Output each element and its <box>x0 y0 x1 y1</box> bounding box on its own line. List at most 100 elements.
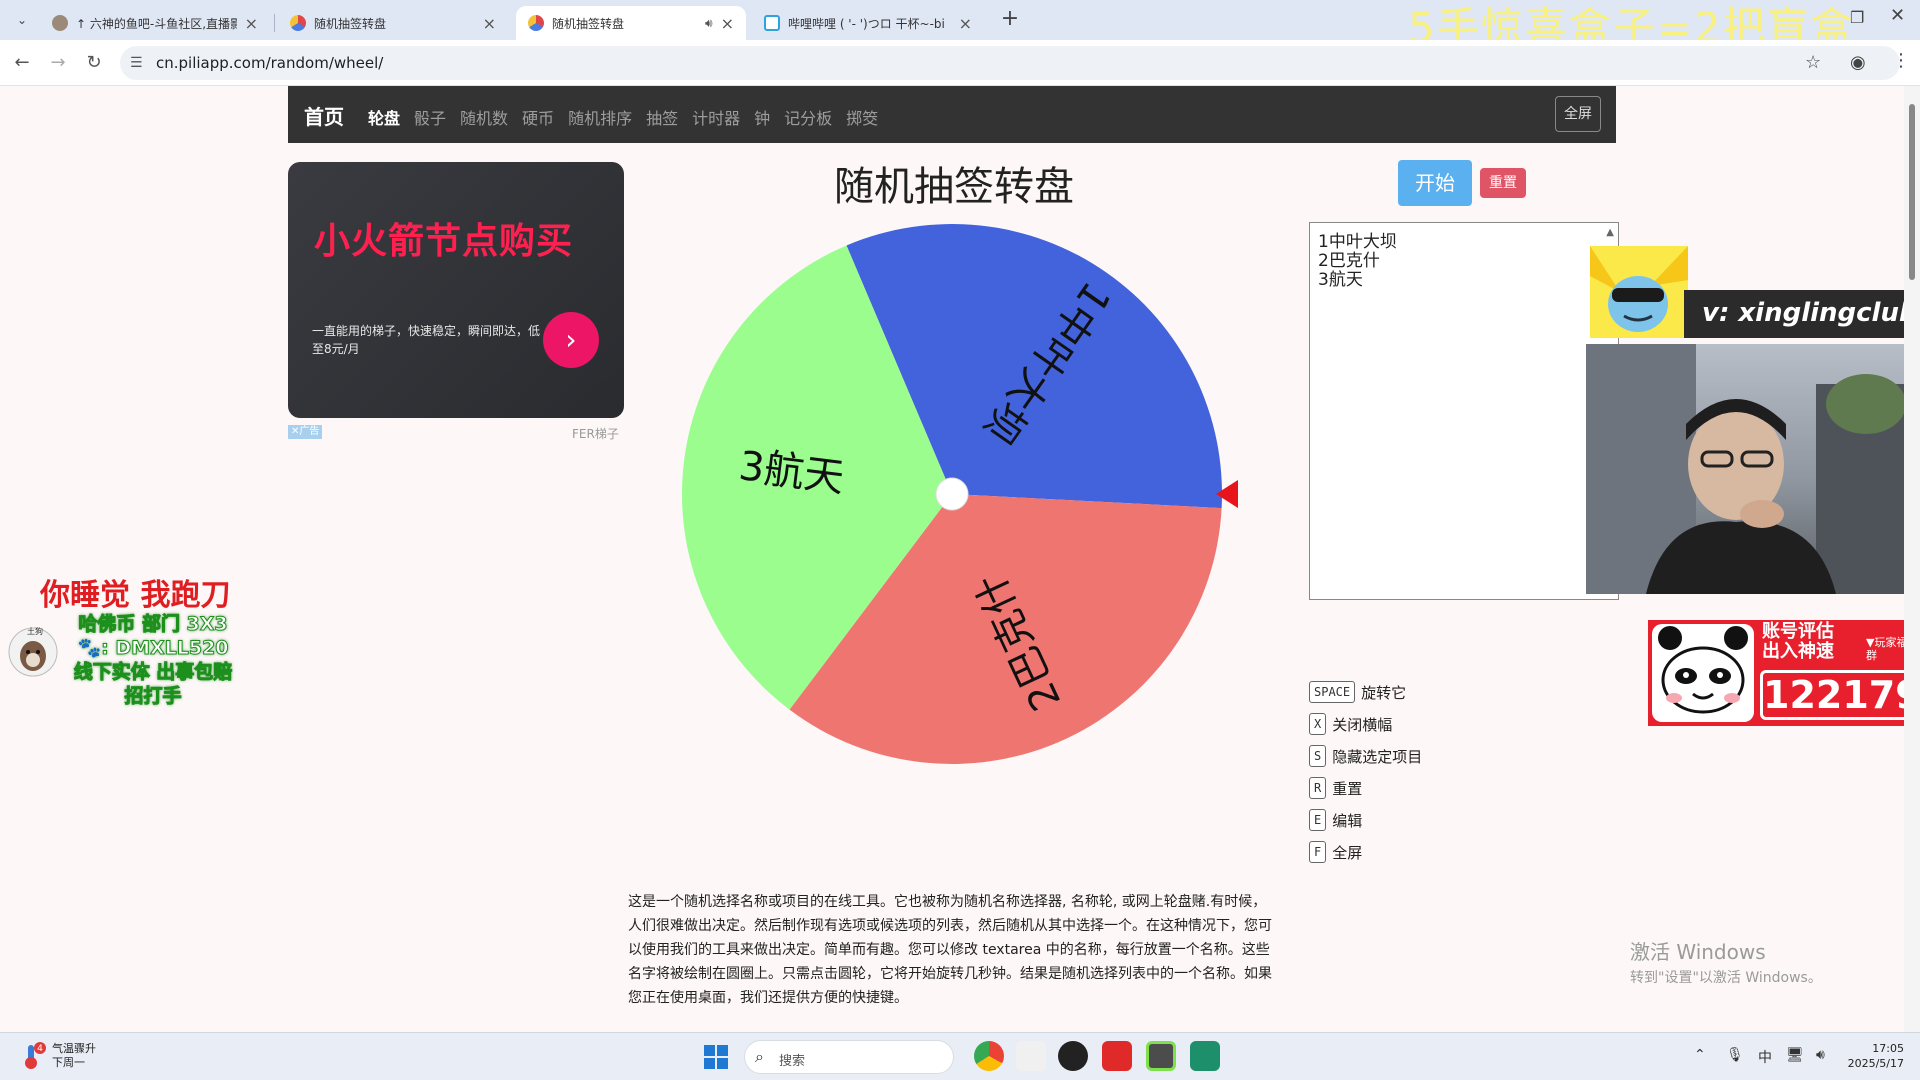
windows-activation-watermark: 激活 Windows 转到"设置"以激活 Windows。 <box>1630 936 1822 987</box>
tab-wheel-active[interactable]: 随机抽签转盘 🔊︎ × <box>516 6 746 40</box>
back-arrow-icon[interactable]: ← <box>10 52 34 73</box>
profile-icon[interactable]: ◉ <box>1850 52 1866 73</box>
mascot-sunglasses-icon <box>1590 246 1688 338</box>
close-tab-icon[interactable]: × <box>721 14 734 33</box>
webcam-feed <box>1586 344 1920 594</box>
app-terminal-icon[interactable] <box>1146 1041 1176 1071</box>
items-textarea[interactable]: 1中叶大坝 2巴克什 3航天 ▲ <box>1309 222 1619 600</box>
nav-link-jiaobei[interactable]: 掷筊 <box>846 105 878 129</box>
overlay-account-number: 122179 <box>1760 670 1920 720</box>
microphone-icon[interactable]: 🎙︎ <box>1726 1047 1744 1063</box>
windows-start-icon[interactable] <box>704 1045 728 1069</box>
taskbar-search-label: 搜索 <box>779 1054 806 1069</box>
piliapp-favicon-icon <box>290 15 306 31</box>
shortcut-row: R 重置 <box>1309 772 1422 804</box>
ad-banner[interactable]: 小火箭节点购买 一直能用的梯子，快速稳定，瞬间即达，低至8元/月 › <box>288 162 624 418</box>
browser-menu-icon[interactable]: ⋮ <box>1892 50 1910 71</box>
app-bird-icon[interactable] <box>1016 1041 1046 1071</box>
thermometer-icon: 4 <box>22 1041 46 1071</box>
tray-expand-chevron-icon[interactable]: ⌃ <box>1694 1047 1706 1063</box>
shortcut-label: 旋转它 <box>1361 683 1407 702</box>
new-tab-plus-icon[interactable]: + <box>996 6 1024 31</box>
nav-link-wheel[interactable]: 轮盘 <box>368 105 400 129</box>
network-icon[interactable]: 🖥︎ <box>1786 1047 1804 1063</box>
shortcut-row: SPACE 旋转它 <box>1309 676 1422 708</box>
ime-indicator[interactable]: 中 <box>1758 1047 1772 1067</box>
nav-link-draw-lots[interactable]: 抽签 <box>646 105 678 129</box>
overlay-left-headline: 你睡觉 我跑刀 <box>40 578 231 613</box>
ad-title: 小火箭节点购买 <box>314 221 574 262</box>
nav-link-random-sort[interactable]: 随机排序 <box>568 105 632 129</box>
url-text[interactable]: cn.piliapp.com/random/wheel/ <box>156 54 383 72</box>
tab-divider <box>274 14 275 32</box>
restore-window-icon[interactable]: ❐ <box>1850 8 1864 27</box>
scroll-up-arrow-icon[interactable]: ▲ <box>1606 227 1614 238</box>
app-pycharm-icon[interactable] <box>1190 1041 1220 1071</box>
tab-title: 随机抽签转盘 <box>314 16 387 31</box>
shortcut-list: SPACE 旋转它 X 关闭横幅 S 隐藏选定项目 R 重置 E 编辑 F 全屏 <box>1309 676 1422 868</box>
address-bar-row: ← → ↻ ☰ cn.piliapp.com/random/wheel/ ☆ <box>0 40 1920 86</box>
nav-home-brand[interactable]: 首页 <box>304 101 344 130</box>
page-scrollbar[interactable] <box>1904 86 1920 1032</box>
shortcut-key: E <box>1309 809 1327 831</box>
close-tab-icon[interactable]: × <box>959 14 972 33</box>
tab-wheel-1[interactable]: 随机抽签转盘 × <box>278 6 508 40</box>
speaker-icon[interactable]: 🔊︎ <box>705 16 713 31</box>
overlay-line: 哈佛币 部门 3X3 <box>78 613 228 636</box>
close-window-icon[interactable]: ✕ <box>1890 5 1905 26</box>
nav-link-clock[interactable]: 钟 <box>754 105 770 129</box>
bookmark-star-icon[interactable]: ☆ <box>1805 52 1821 73</box>
tab-bilibili[interactable]: 哔哩哔哩 ( '- ')つロ 干杯~-bi × <box>752 6 984 40</box>
forward-arrow-icon[interactable]: → <box>46 52 70 73</box>
chrome-app-icon[interactable] <box>974 1041 1004 1071</box>
watermark-line: 转到"设置"以激活 Windows。 <box>1630 970 1822 986</box>
tab-list-chevron-icon[interactable]: ⌄ <box>10 8 34 32</box>
overlay-badge-label: 土狗 <box>27 627 43 636</box>
nav-link-scoreboard[interactable]: 记分板 <box>784 105 832 129</box>
close-tab-icon[interactable]: × <box>245 14 258 33</box>
weather-widget[interactable]: 4 气温骤升 下周一 <box>22 1041 96 1071</box>
windows-taskbar: 4 气温骤升 下周一 ⌕ 搜索 ⌃ 🎙︎ 中 🖥︎ 🔊︎ 17:05 2025/… <box>0 1032 1920 1080</box>
prize-wheel[interactable]: 1中叶大坝2巴克什3航天 <box>678 218 1238 778</box>
nav-link-random-number[interactable]: 随机数 <box>460 105 508 129</box>
overlay-line: 招打手 <box>124 685 182 708</box>
items-text[interactable]: 1中叶大坝 2巴克什 3航天 <box>1318 233 1397 290</box>
scrollbar-thumb[interactable] <box>1909 104 1915 280</box>
taskbar-search[interactable]: ⌕ 搜索 <box>744 1040 954 1074</box>
shortcut-label: 隐藏选定项目 <box>1332 747 1423 766</box>
shortcut-key: F <box>1309 841 1327 863</box>
start-button[interactable]: 开始 <box>1398 160 1472 206</box>
wheel-hub[interactable] <box>935 477 969 511</box>
url-field[interactable]: ☰ cn.piliapp.com/random/wheel/ ☆ <box>120 46 1900 80</box>
fullscreen-button[interactable]: 全屏 <box>1555 96 1601 132</box>
close-tab-icon[interactable]: × <box>483 14 496 33</box>
app-netease-music-icon[interactable] <box>1102 1041 1132 1071</box>
site-info-icon[interactable]: ☰ <box>130 55 143 71</box>
overlay-line: 🐾: DMXLL520 <box>77 637 229 660</box>
ad-description: 一直能用的梯子，快速稳定，瞬间即达，低至8元/月 <box>312 324 541 356</box>
webcam-person-image <box>1586 344 1920 594</box>
ad-source: FER梯子 <box>572 427 619 441</box>
shortcut-key: X <box>1309 713 1327 735</box>
taskbar-clock[interactable]: 17:05 2025/5/17 <box>1844 1041 1904 1071</box>
app-steam-icon[interactable] <box>1058 1041 1088 1071</box>
shortcut-label: 全屏 <box>1332 843 1363 862</box>
nav-links: 轮盘 骰子 随机数 硬币 随机排序 抽签 计时器 钟 记分板 掷筊 <box>368 105 878 129</box>
nav-link-coin[interactable]: 硬币 <box>522 105 554 129</box>
shortcut-key: SPACE <box>1309 681 1356 703</box>
shortcut-row: E 编辑 <box>1309 804 1422 836</box>
nav-link-dice[interactable]: 骰子 <box>414 105 446 129</box>
shortcut-row: S 隐藏选定项目 <box>1309 740 1422 772</box>
volume-icon[interactable]: 🔊︎ <box>1816 1047 1825 1063</box>
nav-link-timer[interactable]: 计时器 <box>692 105 740 129</box>
overlay-left-lines: 哈佛币 部门 3X3 🐾: DMXLL520 线下实体 出事包赔 招打手 <box>66 612 240 708</box>
tab-douyu[interactable]: ↑ 六神的鱼吧-斗鱼社区,直播影 × <box>40 6 270 40</box>
ad-arrow-button[interactable]: › <box>543 312 599 368</box>
bilibili-favicon-icon <box>764 15 780 31</box>
reset-button[interactable]: 重置 <box>1480 168 1526 198</box>
tab-title: 随机抽签转盘 <box>552 16 625 31</box>
browser-tab-bar: ⌄ ↑ 六神的鱼吧-斗鱼社区,直播影 × 随机抽签转盘 × 随机抽签转盘 🔊︎ … <box>0 0 1920 52</box>
reload-icon[interactable]: ↻ <box>82 52 106 73</box>
piliapp-favicon-icon <box>528 15 544 31</box>
ad-close-badge[interactable]: ✕广告 <box>288 425 323 439</box>
